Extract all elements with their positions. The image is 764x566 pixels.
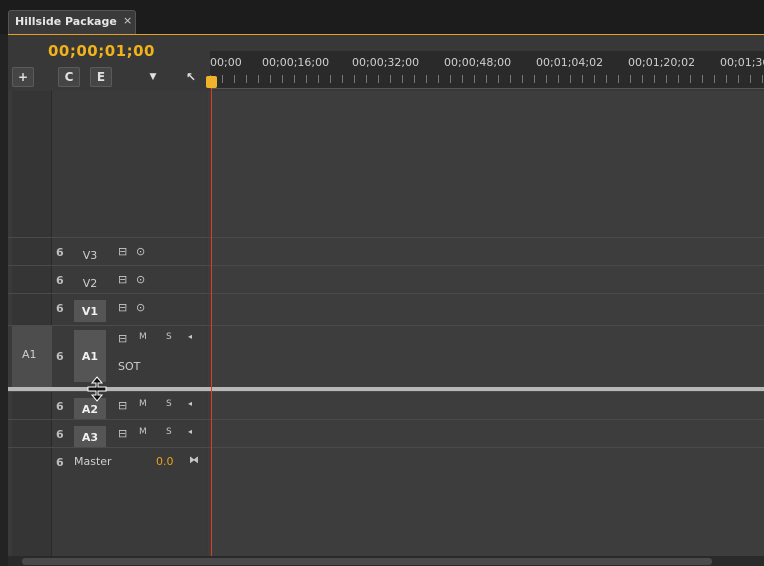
ruler-label: 00;00;16;00	[262, 56, 330, 69]
master-label: Master	[74, 455, 112, 468]
eye-icon[interactable]: ⊙	[136, 245, 145, 258]
master-icon[interactable]: ⧓	[189, 455, 199, 466]
track-name[interactable]: V2	[74, 272, 106, 294]
voiceover-icon[interactable]: ◂	[188, 332, 192, 341]
source-patch-a1[interactable]: A1	[12, 326, 52, 388]
marker-icon[interactable]: ▼	[146, 67, 160, 87]
mute-button[interactable]: M	[139, 399, 147, 409]
solo-button[interactable]: S	[166, 332, 172, 342]
tab-hillside-package[interactable]: Hillside Package ×	[8, 10, 136, 34]
close-icon[interactable]: ×	[123, 14, 132, 27]
ruler-label: 00;00;48;00	[444, 56, 512, 69]
track-header: 6 Master 0.0 ⧓	[52, 448, 207, 473]
track-name[interactable]: A1	[74, 330, 106, 382]
ruler-label: 00;00;32;00	[352, 56, 420, 69]
track-output-icon[interactable]: ⊟	[118, 301, 127, 314]
track-row-a1[interactable]: A1 6 A1 ⊟ M S ◂ SOT	[8, 325, 764, 388]
track-output-icon[interactable]: ⊟	[118, 399, 127, 412]
track-name[interactable]: V1	[74, 300, 106, 322]
timeline-toolbar: + C E ▼ ↖	[12, 67, 208, 91]
track-row-a3[interactable]: 6 A3 ⊟ M S ◂	[8, 419, 764, 448]
ruler-label: 00;01;20;02	[628, 56, 696, 69]
eye-icon[interactable]: ⊙	[136, 273, 145, 286]
eye-icon[interactable]: ⊙	[136, 301, 145, 314]
track-header: 6 V1 ⊟ ⊙	[52, 294, 207, 322]
lock-icon[interactable]: 6	[56, 456, 64, 469]
tab-title: Hillside Package	[15, 15, 117, 28]
track-header: 6 V3 ⊟ ⊙	[52, 238, 207, 265]
track-header: 6 V2 ⊟ ⊙	[52, 266, 207, 293]
track-header: 6 A3 ⊟ M S ◂	[52, 420, 207, 448]
track-row-master[interactable]: 6 Master 0.0 ⧓	[8, 447, 764, 473]
time-ruler[interactable]: 00;00 00;00;16;00 00;00;32;00 00;00;48;0…	[210, 51, 764, 89]
master-volume-value[interactable]: 0.0	[156, 455, 174, 468]
ruler-ticks	[210, 75, 764, 83]
track-row-v1[interactable]: 6 V1 ⊟ ⊙	[8, 293, 764, 322]
ruler-label: 00;00	[210, 56, 242, 69]
clip-label: SOT	[118, 360, 141, 373]
track-header: 6 A2 ⊟ M S ◂	[52, 392, 207, 420]
insert-icon[interactable]: +	[12, 67, 34, 87]
track-output-icon[interactable]: ⊟	[118, 332, 127, 345]
solo-button[interactable]: S	[166, 427, 172, 437]
resize-cursor-icon	[87, 376, 107, 402]
scrollbar-thumb[interactable]	[22, 558, 712, 565]
source-patch-label: A1	[22, 348, 37, 361]
track-output-icon[interactable]: ⊟	[118, 427, 127, 440]
track-row-v3[interactable]: 6 V3 ⊟ ⊙	[8, 237, 764, 265]
lock-icon[interactable]: 6	[56, 428, 64, 441]
lock-icon[interactable]: 6	[56, 302, 64, 315]
voiceover-icon[interactable]: ◂	[188, 427, 192, 436]
track-output-icon[interactable]: ⊟	[118, 245, 127, 258]
timecode-display[interactable]: 00;00;01;00	[48, 42, 155, 60]
ruler-label: 00;01;36	[720, 56, 764, 69]
ruler-label: 00;01;04;02	[536, 56, 604, 69]
mute-button[interactable]: M	[139, 427, 147, 437]
lock-icon[interactable]: 6	[56, 400, 64, 413]
lock-icon[interactable]: 6	[56, 246, 64, 259]
track-output-icon[interactable]: ⊟	[118, 273, 127, 286]
lock-icon[interactable]: 6	[56, 274, 64, 287]
solo-button[interactable]: S	[166, 399, 172, 409]
snap-icon[interactable]: C	[58, 67, 80, 87]
link-icon[interactable]: E	[90, 67, 112, 87]
track-divider[interactable]	[8, 387, 764, 391]
track-row-a2[interactable]: 6 A2 ⊟ M S ◂	[8, 391, 764, 420]
mute-button[interactable]: M	[139, 332, 147, 342]
track-name[interactable]: V3	[74, 244, 106, 266]
lock-icon[interactable]: 6	[56, 350, 64, 363]
track-name[interactable]: A3	[74, 426, 106, 448]
track-row-v2[interactable]: 6 V2 ⊟ ⊙	[8, 265, 764, 293]
playhead-line	[211, 88, 212, 556]
voiceover-icon[interactable]: ◂	[188, 399, 192, 408]
track-header: 6 A1 ⊟ M S ◂ SOT	[52, 326, 207, 387]
playhead-handle[interactable]	[206, 76, 217, 88]
wrench-icon[interactable]: ↖	[182, 67, 200, 87]
timeline-panel: 00;00;01;00 00;00 00;00;16;00 00;00;32;0…	[8, 34, 764, 566]
